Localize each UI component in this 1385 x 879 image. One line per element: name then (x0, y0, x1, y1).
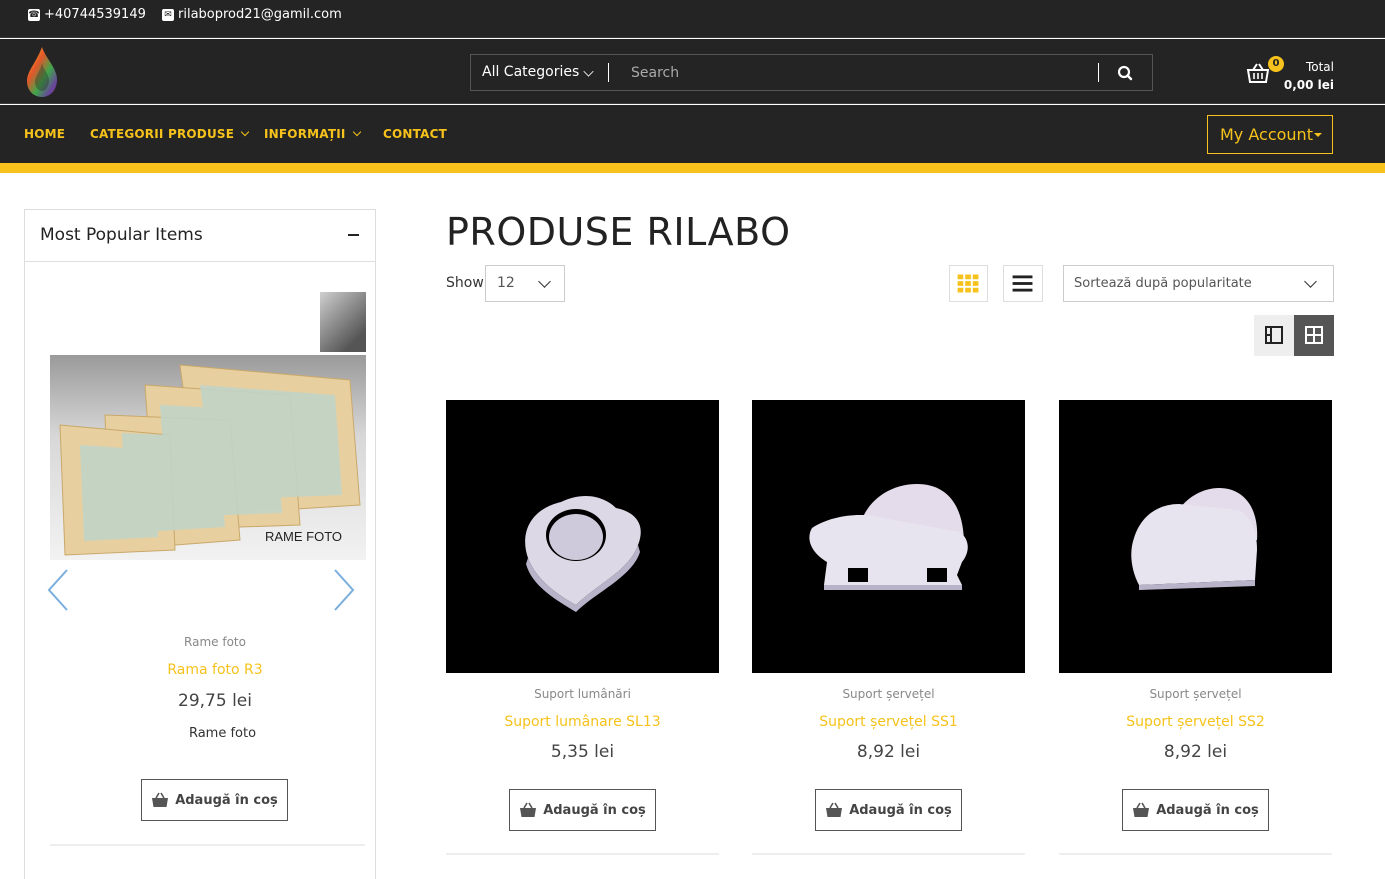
add-to-cart-label: Adaugă în coș (543, 802, 646, 818)
napkin-holder-illustration (1131, 488, 1258, 590)
nav-item-contact[interactable]: CONTACT (383, 127, 447, 141)
add-to-cart-button[interactable]: Adaugă în coș (509, 789, 656, 831)
widget-title: Most Popular Items (40, 225, 203, 245)
product-category[interactable]: Rame foto (25, 635, 405, 649)
list-layout-toggle[interactable] (1254, 315, 1294, 356)
product-price: 8,92 lei (1163, 742, 1228, 762)
product-price: 29,75 lei (178, 691, 252, 711)
email-address: rilaboprod21@gamil.com (178, 7, 342, 22)
product-category[interactable]: Suport lumânări (446, 687, 719, 701)
shopping-basket-icon (826, 802, 843, 817)
list-view-button[interactable] (1003, 265, 1043, 302)
search-icon (1117, 65, 1133, 81)
product-name[interactable]: Suport șervețel SS2 (1059, 714, 1332, 730)
show-label: Show (446, 275, 484, 291)
product-card: Suport șervețel Suport șervețel SS2 8,92… (1059, 400, 1332, 860)
chevron-down-icon (538, 275, 551, 288)
product-tag: Rame foto (188, 726, 257, 741)
product-image[interactable]: RAME FOTO (50, 355, 366, 560)
list-icon (1012, 275, 1033, 292)
phone-number: +40744539149 (44, 7, 146, 22)
add-to-cart-label: Adaugă în coș (175, 792, 278, 808)
divider (1059, 853, 1332, 855)
divider (446, 853, 719, 855)
collapse-icon[interactable] (348, 234, 359, 236)
per-page-value: 12 (497, 275, 515, 291)
product-image[interactable] (752, 400, 1025, 673)
add-to-cart-label: Adaugă în coș (1156, 802, 1259, 818)
product-category[interactable]: Suport șervețel (1059, 687, 1332, 701)
per-page-select[interactable]: 12 (485, 265, 565, 302)
widget-header[interactable]: Most Popular Items (25, 210, 375, 262)
shopping-basket-icon (1246, 63, 1270, 83)
cart-total-value: 0,00 lei (1283, 78, 1334, 92)
header: All Categories (0, 39, 1385, 104)
chevron-down-icon (1304, 275, 1317, 288)
phone-contact[interactable]: ☎ +40744539149 (28, 7, 146, 22)
product-image[interactable] (446, 400, 719, 673)
top-bar: ☎ +40744539149 ✉ rilaboprod21@gamil.com (0, 0, 1385, 38)
list-layout-icon (1265, 326, 1283, 344)
page-title: PRODUSE RILABO (446, 210, 791, 254)
my-account-button[interactable]: My Account (1207, 115, 1333, 154)
site-logo[interactable] (24, 45, 60, 99)
sort-select[interactable]: Sortează după popularitate (1063, 265, 1334, 302)
accent-stripe (0, 163, 1385, 173)
add-to-cart-button[interactable]: Adaugă în coș (1122, 789, 1269, 831)
product-name[interactable]: Rama foto R3 (25, 662, 405, 678)
sort-select-value: Sortează după popularitate (1074, 276, 1252, 291)
chevron-left-icon (47, 569, 68, 611)
product-category[interactable]: Suport șervețel (752, 687, 1025, 701)
add-to-cart-button[interactable]: Adaugă în coș (815, 789, 962, 831)
product-image[interactable] (1059, 400, 1332, 673)
category-select-value: All Categories (482, 64, 580, 80)
main-nav: HOME CATEGORII PRODUSE INFORMAȚII CONTAC… (0, 105, 1385, 163)
image-caption: RAME FOTO (265, 529, 343, 544)
nav-item-categorii-produse[interactable]: CATEGORII PRODUSE (90, 127, 250, 141)
email-contact[interactable]: ✉ rilaboprod21@gamil.com (162, 7, 342, 22)
add-to-cart-label: Adaugă în coș (849, 802, 952, 818)
product-name[interactable]: Suport lumânare SL13 (446, 714, 719, 730)
chevron-down-icon (352, 127, 361, 137)
search-button[interactable] (1111, 61, 1139, 85)
add-to-cart-button[interactable]: Adaugă în coș (141, 779, 288, 821)
category-select[interactable]: All Categories (471, 55, 609, 90)
napkin-holder-illustration (809, 484, 968, 590)
phone-icon: ☎ (28, 8, 40, 21)
chevron-right-icon (334, 569, 355, 611)
chevron-down-icon (240, 127, 250, 137)
carousel-prev-button[interactable] (45, 568, 75, 612)
divider (608, 63, 609, 82)
shopping-basket-icon (152, 792, 169, 807)
product-price: 8,92 lei (856, 742, 921, 762)
divider (1098, 63, 1099, 82)
search-bar: All Categories (470, 54, 1153, 91)
divider (752, 853, 1025, 855)
caret-down-icon (1314, 133, 1322, 137)
shopping-basket-icon (520, 802, 537, 817)
chevron-down-icon (583, 66, 594, 77)
divider (50, 844, 365, 846)
cart-total-label: Total (1305, 60, 1334, 74)
carousel-next-button[interactable] (327, 568, 357, 612)
grid-layout-icon (1305, 326, 1323, 344)
nav-item-home[interactable]: HOME (24, 127, 65, 141)
heart-candle-holder-illustration (525, 495, 641, 612)
product-card: Suport șervețel Suport șervețel SS1 8,92… (752, 400, 1025, 860)
shopping-basket-icon (1133, 802, 1150, 817)
grid-view-button[interactable] (949, 265, 988, 302)
popular-items-widget: Most Popular Items RAME FOTO Rame foto R… (24, 209, 376, 879)
nav-item-informatii[interactable]: INFORMAȚII (264, 127, 361, 141)
grid-icon (957, 274, 979, 293)
product-name[interactable]: Suport șervețel SS1 (752, 714, 1025, 730)
search-input[interactable] (619, 55, 1089, 90)
product-card: Suport lumânări Suport lumânare SL13 5,3… (446, 400, 719, 860)
product-thumbnail[interactable] (320, 292, 366, 352)
product-price: 5,35 lei (550, 742, 615, 762)
my-account-label: My Account (1220, 125, 1313, 144)
grid-layout-toggle[interactable] (1294, 315, 1334, 356)
envelope-icon: ✉ (162, 8, 174, 21)
